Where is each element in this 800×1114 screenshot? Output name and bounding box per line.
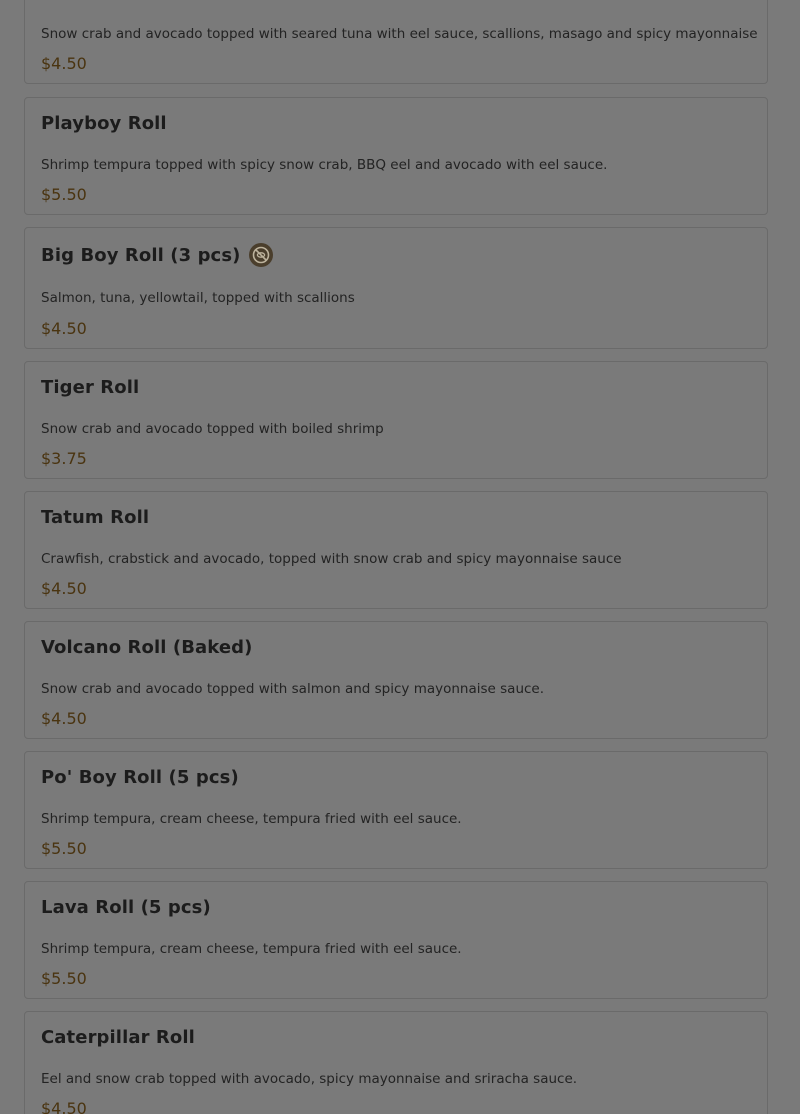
menu-item-card[interactable]: Tatum Roll Crawfish, crabstick and avoca… xyxy=(24,491,768,609)
menu-item-description: Shrimp tempura, cream cheese, tempura fr… xyxy=(41,811,462,827)
menu-item-description: Snow crab and avocado topped with salmon… xyxy=(41,681,545,697)
menu-item-price: $4.50 xyxy=(41,579,87,598)
menu-item-card[interactable]: Tiger Roll Snow crab and avocado topped … xyxy=(24,361,768,479)
menu-item-title: Po' Boy Roll (5 pcs) xyxy=(41,767,239,788)
menu-item-price: $4.50 xyxy=(41,54,87,73)
menu-item-card[interactable]: Lava Roll (5 pcs) Shrimp tempura, cream … xyxy=(24,881,768,999)
menu-item-description: Snow crab and avocado topped with boiled… xyxy=(41,421,384,437)
menu-item-price: $3.75 xyxy=(41,449,87,468)
menu-item-title: Caterpillar Roll xyxy=(41,1027,195,1048)
menu-item-description: Crawfish, crabstick and avocado, topped … xyxy=(41,551,622,567)
menu-item-title: Lava Roll (5 pcs) xyxy=(41,897,211,918)
menu-item-price: $5.50 xyxy=(41,185,87,204)
menu-list: Snow crab and avocado topped with seared… xyxy=(0,0,800,1114)
menu-item-description: Shrimp tempura topped with spicy snow cr… xyxy=(41,157,608,173)
menu-item-title-row: Big Boy Roll (3 pcs) xyxy=(41,243,274,267)
menu-item-title: Big Boy Roll (3 pcs) xyxy=(41,244,241,266)
menu-item-description: Eel and snow crab topped with avocado, s… xyxy=(41,1071,578,1087)
menu-item-description: Salmon, tuna, yellowtail, topped with sc… xyxy=(41,290,355,306)
menu-item-card[interactable]: Volcano Roll (Baked) Snow crab and avoca… xyxy=(24,621,768,739)
menu-item-description: Snow crab and avocado topped with seared… xyxy=(41,26,758,42)
menu-item-price: $5.50 xyxy=(41,839,87,858)
menu-item-title: Volcano Roll (Baked) xyxy=(41,637,253,658)
menu-item-card[interactable]: Big Boy Roll (3 pcs) Salmon, tuna, yello… xyxy=(24,227,768,349)
menu-item-card[interactable]: Playboy Roll Shrimp tempura topped with … xyxy=(24,97,768,215)
menu-item-card[interactable]: Caterpillar Roll Eel and snow crab toppe… xyxy=(24,1011,768,1114)
menu-item-title: Tatum Roll xyxy=(41,507,150,528)
menu-item-price: $4.50 xyxy=(41,1099,87,1114)
menu-item-title: Tiger Roll xyxy=(41,377,140,398)
no-raw-fish-icon xyxy=(249,243,274,267)
menu-item-card[interactable]: Snow crab and avocado topped with seared… xyxy=(24,0,768,84)
menu-item-description: Shrimp tempura, cream cheese, tempura fr… xyxy=(41,941,462,957)
menu-item-price: $5.50 xyxy=(41,969,87,988)
menu-item-price: $4.50 xyxy=(41,709,87,728)
menu-item-card[interactable]: Po' Boy Roll (5 pcs) Shrimp tempura, cre… xyxy=(24,751,768,869)
menu-item-price: $4.50 xyxy=(41,319,87,338)
menu-item-title: Playboy Roll xyxy=(41,113,167,134)
